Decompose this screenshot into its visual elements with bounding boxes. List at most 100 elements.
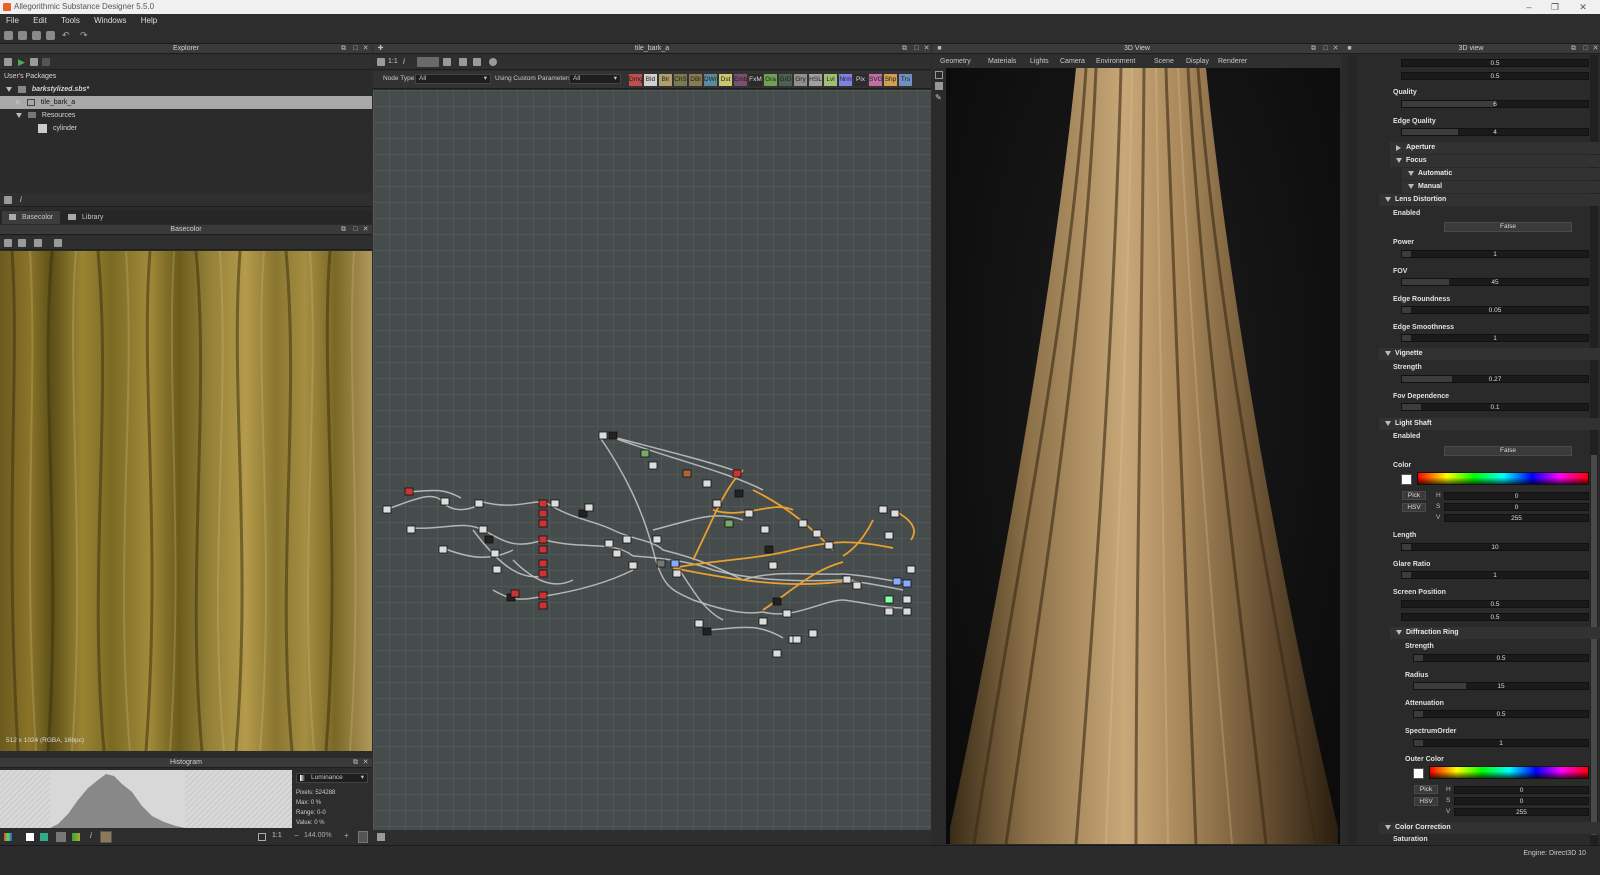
attenuation-slider[interactable]: 0.5 xyxy=(1413,710,1589,718)
graph-node[interactable] xyxy=(792,635,802,644)
zoom-ratio[interactable]: 1:1 xyxy=(272,832,282,839)
filter-fxm[interactable]: FxM xyxy=(749,74,762,86)
graph-node[interactable] xyxy=(682,469,692,478)
maximize-panel-icon[interactable]: □ xyxy=(913,45,920,52)
graph-node[interactable] xyxy=(474,499,484,508)
edge-smoothness-slider[interactable]: 1 xyxy=(1401,334,1589,342)
focus-section[interactable]: Focus xyxy=(1390,155,1600,167)
graph-node[interactable] xyxy=(842,575,852,584)
expand-icon[interactable] xyxy=(16,112,22,118)
fit-view-icon[interactable] xyxy=(377,58,385,66)
graph-node[interactable] xyxy=(812,529,822,538)
tree-icon[interactable] xyxy=(4,196,12,204)
graph-node[interactable] xyxy=(670,559,680,568)
menu-lights[interactable]: Lights xyxy=(1030,55,1049,68)
zoom-out-icon[interactable]: − xyxy=(294,831,299,840)
graph-node[interactable] xyxy=(538,601,548,610)
open-icon[interactable] xyxy=(32,31,41,40)
menu-renderer[interactable]: Renderer xyxy=(1218,55,1247,68)
graph-node[interactable] xyxy=(538,569,548,578)
oc-v-field[interactable]: 255 xyxy=(1454,808,1589,816)
glare-ratio-slider[interactable]: 1 xyxy=(1401,571,1589,579)
filter-gry[interactable]: Gry xyxy=(794,74,807,86)
menu-windows[interactable]: Windows xyxy=(88,14,132,28)
filter-grd[interactable]: GrD xyxy=(779,74,792,86)
graph-node[interactable] xyxy=(702,627,712,636)
fit-icon[interactable] xyxy=(258,833,266,841)
color-correction-section[interactable]: Color Correction xyxy=(1379,822,1600,834)
filter-chs[interactable]: ChS xyxy=(674,74,687,86)
maximize-panel-icon[interactable]: □ xyxy=(1322,45,1329,52)
graph-node[interactable] xyxy=(734,489,744,498)
graph-row[interactable]: tile_bark_a xyxy=(0,96,372,109)
graph-node[interactable] xyxy=(550,499,560,508)
link-mode-icon[interactable] xyxy=(417,57,439,67)
graph-node[interactable] xyxy=(538,535,548,544)
lens-distortion-section[interactable]: Lens Distortion xyxy=(1379,194,1600,206)
resources-row[interactable]: Resources xyxy=(0,109,372,122)
package-row[interactable]: barkstylized.sbs* xyxy=(0,83,372,96)
fov-slider[interactable]: 45 xyxy=(1401,278,1589,286)
diffraction-ring-section[interactable]: Diffraction Ring xyxy=(1390,627,1600,639)
color-spectrum[interactable] xyxy=(1417,472,1589,485)
camera-mode-icon[interactable] xyxy=(935,82,943,90)
edge-quality-slider[interactable]: 4 xyxy=(1401,128,1589,136)
edge-roundness-slider[interactable]: 0.05 xyxy=(1401,306,1589,314)
graph-node[interactable] xyxy=(732,469,742,478)
float-panel-icon[interactable]: ⧉ xyxy=(1310,45,1317,52)
graph-node[interactable] xyxy=(640,449,650,458)
filter-nrm[interactable]: Nrm xyxy=(839,74,852,86)
filter-emb[interactable]: Emb xyxy=(734,74,747,86)
expand-icon[interactable] xyxy=(6,86,12,92)
light-shaft-section[interactable]: Light Shaft xyxy=(1379,418,1600,430)
filter-gra[interactable]: Gra xyxy=(764,74,777,86)
redo-icon[interactable]: ↷ xyxy=(80,31,89,40)
fov-dependence-slider[interactable]: 0.1 xyxy=(1401,403,1589,411)
alpha-channel-icon[interactable] xyxy=(40,833,48,841)
graph-node[interactable] xyxy=(538,545,548,554)
close-panel-icon[interactable]: ✕ xyxy=(923,45,930,52)
viewport-3d[interactable] xyxy=(946,68,1340,844)
menu-scene[interactable]: Scene xyxy=(1154,55,1174,68)
expand-icon[interactable] xyxy=(16,99,21,106)
filter-blr[interactable]: Blr xyxy=(659,74,672,86)
graph-node[interactable] xyxy=(694,619,704,628)
basecolor-preview[interactable]: 512 x 1024 (RGBA, 16bpc) xyxy=(0,251,372,751)
publish-icon[interactable] xyxy=(30,58,38,66)
graph-node[interactable] xyxy=(884,595,894,604)
graph-node[interactable] xyxy=(538,591,548,600)
close-panel-icon[interactable]: ✕ xyxy=(1592,45,1599,52)
tile-icon[interactable] xyxy=(56,832,66,842)
graph-node[interactable] xyxy=(782,609,792,618)
align-icon[interactable] xyxy=(443,58,451,66)
menu-geometry[interactable]: Geometry xyxy=(940,55,971,68)
node-type-select[interactable]: All ▾ xyxy=(415,74,491,84)
graph-node[interactable] xyxy=(612,549,622,558)
close-panel-icon[interactable]: ✕ xyxy=(362,45,369,52)
menu-camera[interactable]: Camera xyxy=(1060,55,1085,68)
graph-node[interactable] xyxy=(764,545,774,554)
filter-dmg[interactable]: Dmg xyxy=(629,74,643,86)
custom-params-select[interactable]: All ▾ xyxy=(569,74,621,84)
graph-nav-icon[interactable] xyxy=(377,833,385,841)
filter-trs[interactable]: Trs xyxy=(899,74,912,86)
outer-color-swatch[interactable] xyxy=(1413,768,1424,779)
filter-pix[interactable]: Pix xyxy=(854,74,867,86)
graph-node[interactable] xyxy=(484,535,494,544)
oc-pick-button[interactable]: Pick xyxy=(1414,785,1438,794)
undo-icon[interactable]: ↶ xyxy=(62,31,71,40)
quality-slider[interactable]: 6 xyxy=(1401,100,1589,108)
menu-file[interactable]: File xyxy=(0,14,25,28)
graph-node[interactable] xyxy=(538,519,548,528)
save-image-icon[interactable] xyxy=(18,239,26,247)
menu-edit[interactable]: Edit xyxy=(27,14,53,28)
ls-enabled-toggle[interactable]: False xyxy=(1444,446,1572,456)
new-package-icon[interactable] xyxy=(4,31,13,40)
tab-basecolor[interactable]: Basecolor xyxy=(2,211,60,224)
screen-position-x[interactable]: 0.5 xyxy=(1401,600,1589,608)
maximize-icon[interactable]: ❐ xyxy=(1542,0,1568,14)
graph-node[interactable] xyxy=(438,545,448,554)
graph-node[interactable] xyxy=(598,431,608,440)
close-panel-icon[interactable]: ✕ xyxy=(1332,45,1339,52)
graph-node[interactable] xyxy=(478,525,488,534)
